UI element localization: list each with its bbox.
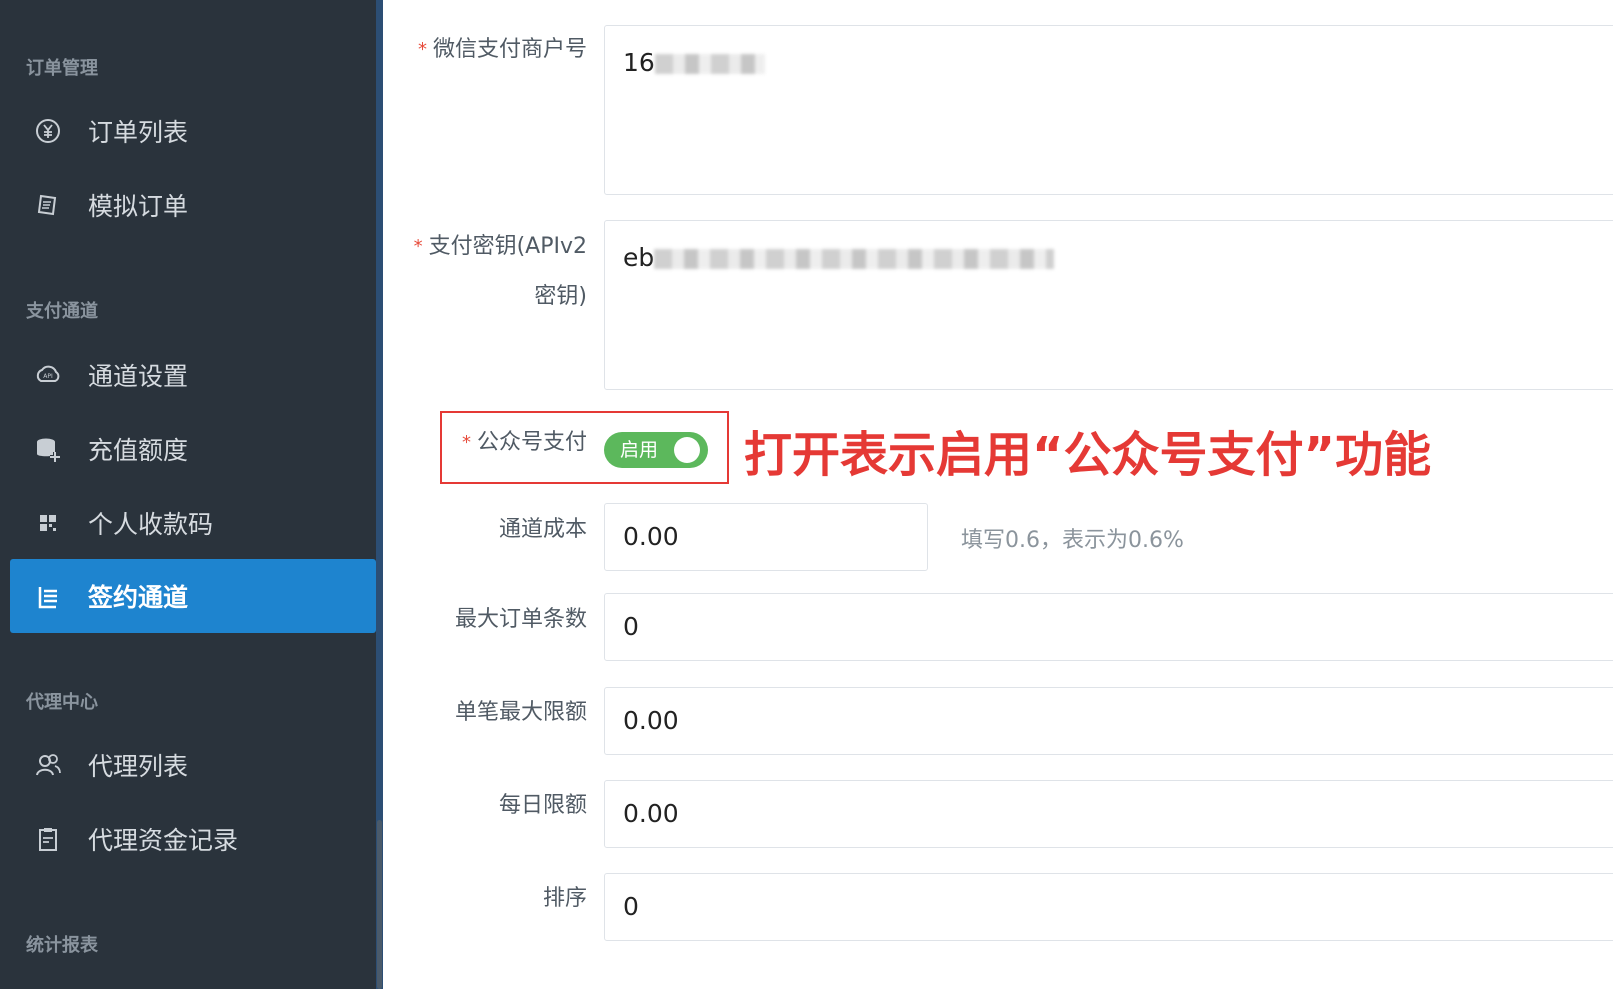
sort-input[interactable]: 0 [604,873,1613,941]
sidebar: 订单管理 订单列表 模拟订单 支付通道 API 通道设置 充值额度 个人收款码 [0,0,376,989]
daily-limit-label: 每日限额 [498,793,587,818]
sidebar-item-label: 充值额度 [88,436,189,465]
redacted-value [654,54,765,74]
sidebar-item-label: 订单列表 [88,118,189,147]
channel-cost-hint: 填写0.6，表示为0.6% [961,528,1184,553]
sidebar-item-recharge-quota[interactable]: 充值额度 [10,412,376,486]
section-title-orders: 订单管理 [26,58,98,79]
list-icon [30,578,66,614]
sidebar-item-label: 签约通道 [88,583,189,612]
api-key-label: * 支付密钥(APIv2 密钥) [413,234,587,309]
section-title-channels: 支付通道 [26,301,98,322]
sidebar-item-personal-qr[interactable]: 个人收款码 [10,486,376,560]
max-orders-label: 最大订单条数 [454,607,587,632]
sidebar-item-label: 通道设置 [88,362,189,391]
scrollbar-thumb[interactable] [377,820,382,989]
receipt-icon [30,187,66,223]
merchant-id-label: * 微信支付商户号 [417,37,587,62]
max-orders-input[interactable]: 0 [604,593,1613,661]
sidebar-item-label: 代理资金记录 [88,826,239,855]
single-max-input[interactable]: 0.00 [604,687,1613,755]
official-account-pay-toggle[interactable]: 启用 [604,432,708,468]
users-icon [30,747,66,783]
sidebar-item-mock-order[interactable]: 模拟订单 [10,168,376,242]
annotation-text: 打开表示启用“公众号支付”功能 [744,427,1432,483]
daily-limit-input[interactable]: 0.00 [604,780,1613,848]
qrcode-icon [30,505,66,541]
coins-plus-icon [30,431,66,467]
official-account-pay-label: * 公众号支付 [461,430,587,455]
sidebar-item-channel-settings[interactable]: API 通道设置 [10,338,376,412]
redacted-value [654,249,1055,269]
svg-text:API: API [43,373,53,380]
sidebar-item-order-list[interactable]: 订单列表 [10,94,376,168]
clipboard-icon [30,821,66,857]
sidebar-item-agent-list[interactable]: 代理列表 [10,728,376,802]
sidebar-item-agent-funds[interactable]: 代理资金记录 [10,802,376,876]
main-form: * 微信支付商户号 16 * 支付密钥(APIv2 密钥) eb * 公众号支付 启用… [383,0,1613,989]
section-title-agents: 代理中心 [26,692,98,713]
cloud-api-icon: API [30,357,66,393]
sort-label: 排序 [542,886,587,911]
merchant-id-field[interactable]: 16 [604,25,1613,195]
sidebar-item-label: 模拟订单 [88,192,189,221]
yuan-cycle-icon [30,113,66,149]
sidebar-scrollbar[interactable] [376,0,383,989]
channel-cost-input[interactable]: 0.00 [604,503,928,571]
single-max-label: 单笔最大限额 [454,700,587,725]
section-title-reports: 统计报表 [26,935,98,956]
toggle-knob [674,437,700,463]
api-key-field[interactable]: eb [604,220,1613,390]
sidebar-item-label: 代理列表 [88,752,189,781]
sidebar-item-label: 个人收款码 [88,510,214,539]
channel-cost-label: 通道成本 [498,517,587,542]
sidebar-item-signed-channel[interactable]: 签约通道 [10,559,376,633]
